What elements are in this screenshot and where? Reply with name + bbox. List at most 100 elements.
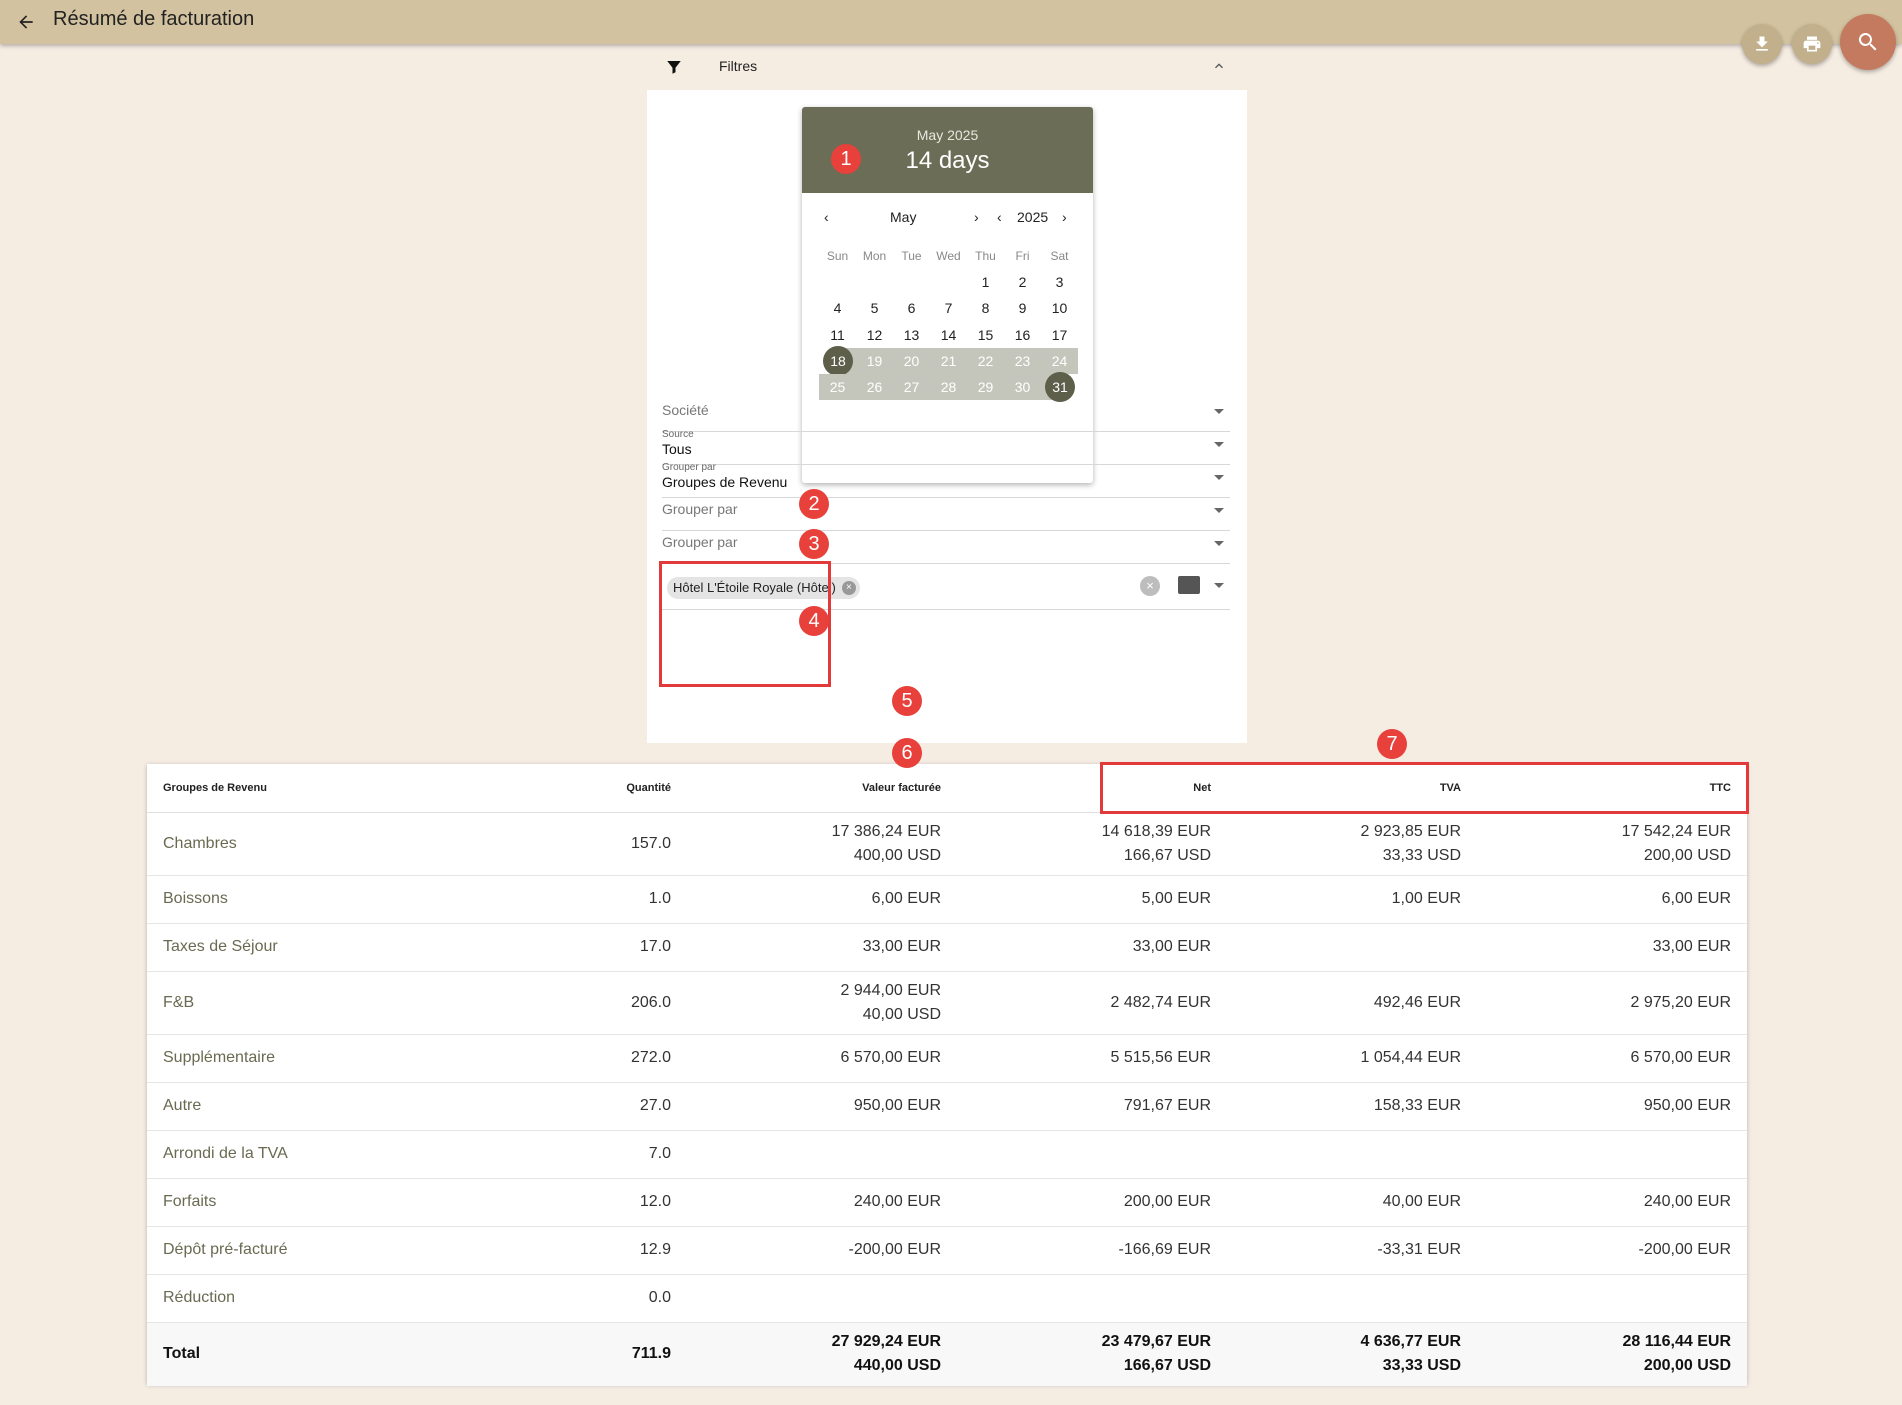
- row-group-name: Supplémentaire: [147, 1034, 487, 1083]
- row-ttc: 240,00 EUR: [1477, 1178, 1747, 1227]
- calendar-day[interactable]: 17: [1041, 322, 1078, 348]
- row-net-line: 5,00 EUR: [1141, 890, 1211, 907]
- row-net: [957, 1274, 1227, 1323]
- row-net-line: 14 618,39 EUR: [1101, 822, 1211, 840]
- row-valeur: 950,00 EUR: [687, 1082, 957, 1131]
- table-row: Autre 27.0 950,00 EUR 791,67 EUR 158,33 EUR 9…: [147, 1082, 1747, 1131]
- table-row: Taxes de Séjour 17.0 33,00 EUR 33,00 EUR 33,…: [147, 923, 1747, 972]
- download-button[interactable]: [1742, 24, 1782, 64]
- prev-month-button[interactable]: ‹: [824, 209, 829, 225]
- calendar-day[interactable]: 5: [856, 295, 893, 321]
- calendar-day[interactable]: 4: [819, 295, 856, 321]
- row-net: 200,00 EUR: [957, 1178, 1227, 1227]
- calendar-day[interactable]: 11: [819, 322, 856, 348]
- download-icon: [1756, 36, 1768, 51]
- calendar-day[interactable]: 1: [967, 269, 1004, 295]
- calendar-day[interactable]: 23: [1004, 347, 1041, 374]
- calendar-day[interactable]: 3: [1041, 269, 1078, 295]
- row-tva: [1227, 1274, 1477, 1323]
- table-row: Arrondi de la TVA 7.0: [147, 1130, 1747, 1179]
- row-ttc-line: 950,00 EUR: [1643, 1097, 1731, 1114]
- nav-year[interactable]: 2025: [1017, 209, 1048, 225]
- nav-month[interactable]: May: [890, 209, 916, 225]
- row-valeur: 2 944,00 EUR 40,00 USD: [687, 971, 957, 1035]
- row-tva-line: 2 923,85 EUR: [1360, 822, 1461, 840]
- row-net: -166,69 EUR: [957, 1226, 1227, 1275]
- page-title: Résumé de facturation: [53, 8, 255, 30]
- row-tva-line: 33,33 USD: [1382, 1357, 1461, 1375]
- calendar-day[interactable]: 24: [1041, 347, 1078, 374]
- calendar-day[interactable]: 22: [967, 347, 1004, 374]
- annotation-badge-1: 1: [831, 144, 861, 174]
- filters-toggle[interactable]: Filtres: [647, 50, 1247, 84]
- calendar-day[interactable]: 19: [856, 347, 893, 374]
- table-row: Dépôt pré-facturé 12.9 -200,00 EUR -166,69 …: [147, 1226, 1747, 1275]
- calendar-day[interactable]: 15: [967, 322, 1004, 348]
- calendar-day[interactable]: 21: [930, 347, 967, 374]
- row-net: 23 479,67 EUR 166,67 USD: [957, 1322, 1227, 1386]
- back-button[interactable]: [8, 4, 44, 40]
- row-tva-line: 492,46 EUR: [1373, 993, 1461, 1011]
- range-start-day: 18: [823, 345, 853, 376]
- group-by-3-placeholder: Grouper par: [662, 534, 738, 550]
- row-valeur: 33,00 EUR: [687, 923, 957, 972]
- calendar-day[interactable]: 10: [1041, 295, 1078, 321]
- picker-nav: ‹ May › ‹ 2025 ›: [802, 209, 1093, 229]
- row-quantity: 206.0: [487, 971, 687, 1035]
- next-month-button[interactable]: ›: [974, 209, 979, 225]
- calendar-empty: [893, 269, 930, 295]
- calendar-day[interactable]: 12: [856, 322, 893, 348]
- calendar-day[interactable]: 8: [967, 295, 1004, 321]
- filters-label: Filtres: [719, 58, 758, 74]
- calendar-day[interactable]: 6: [893, 295, 930, 321]
- col-header-ttc[interactable]: TTC: [1477, 764, 1747, 813]
- row-valeur: [687, 1274, 957, 1323]
- col-header-group[interactable]: Groupes de Revenu: [147, 764, 487, 813]
- annotation-badge-6: 6: [892, 738, 922, 768]
- row-quantity: 27.0: [487, 1082, 687, 1131]
- caret-down-icon: [1214, 409, 1224, 414]
- row-valeur-line: 950,00 EUR: [853, 1097, 941, 1114]
- chip-remove-icon[interactable]: ×: [841, 581, 856, 595]
- row-net: 33,00 EUR: [957, 923, 1227, 972]
- property-chip[interactable]: Hôtel L'Étoile Royale (Hôtel) ×: [667, 577, 860, 599]
- calendar-empty: [819, 269, 856, 295]
- row-quantity: 12.9: [487, 1226, 687, 1275]
- row-ttc-line: 200,00 USD: [1643, 1357, 1731, 1375]
- calendar-day[interactable]: 20: [893, 347, 930, 374]
- app-header: Résumé de facturation: [0, 0, 1902, 44]
- row-group-name: F&B: [147, 971, 487, 1035]
- table-row: Chambres 157.0 17 386,24 EUR 400,00 USD 14 6…: [147, 812, 1747, 876]
- weekday: Fri: [1015, 249, 1030, 263]
- weekday: Sun: [826, 249, 849, 263]
- clear-icon[interactable]: ×: [1140, 576, 1160, 596]
- row-net: 5,00 EUR: [957, 875, 1227, 924]
- next-year-button[interactable]: ›: [1062, 209, 1067, 225]
- row-ttc: 950,00 EUR: [1477, 1082, 1747, 1131]
- col-header-tva[interactable]: TVA: [1227, 764, 1477, 813]
- calendar-day[interactable]: 14: [930, 322, 967, 348]
- row-quantity: 711.9: [487, 1322, 687, 1386]
- calendar-week: 123: [819, 269, 1078, 295]
- col-header-valeur[interactable]: Valeur facturée: [687, 764, 957, 813]
- row-group-name: Taxes de Séjour: [147, 923, 487, 972]
- calendar-day[interactable]: 16: [1004, 322, 1041, 348]
- col-header-quantity[interactable]: Quantité: [487, 764, 687, 813]
- search-button[interactable]: [1840, 14, 1896, 70]
- group-by-1-value: Groupes de Revenu: [662, 474, 788, 490]
- select-all-icon[interactable]: [1178, 576, 1200, 594]
- group-by-3-select[interactable]: Grouper par: [662, 524, 1230, 564]
- col-header-net[interactable]: Net: [957, 764, 1227, 813]
- prev-year-button[interactable]: ‹: [997, 209, 1002, 225]
- calendar-day[interactable]: 13: [893, 322, 930, 348]
- property-select[interactable]: Hôtel L'Étoile Royale (Hôtel) × ×: [662, 566, 1230, 610]
- calendar-day[interactable]: 18: [819, 345, 856, 376]
- calendar-day[interactable]: 7: [930, 295, 967, 321]
- calendar-day[interactable]: 2: [1004, 269, 1041, 295]
- row-tva: -33,31 EUR: [1227, 1226, 1477, 1275]
- row-ttc-line: 2 975,20 EUR: [1630, 993, 1731, 1011]
- calendar-day[interactable]: 9: [1004, 295, 1041, 321]
- print-button[interactable]: [1792, 24, 1832, 64]
- row-quantity: 17.0: [487, 923, 687, 972]
- chevron-up-icon[interactable]: [1211, 58, 1227, 74]
